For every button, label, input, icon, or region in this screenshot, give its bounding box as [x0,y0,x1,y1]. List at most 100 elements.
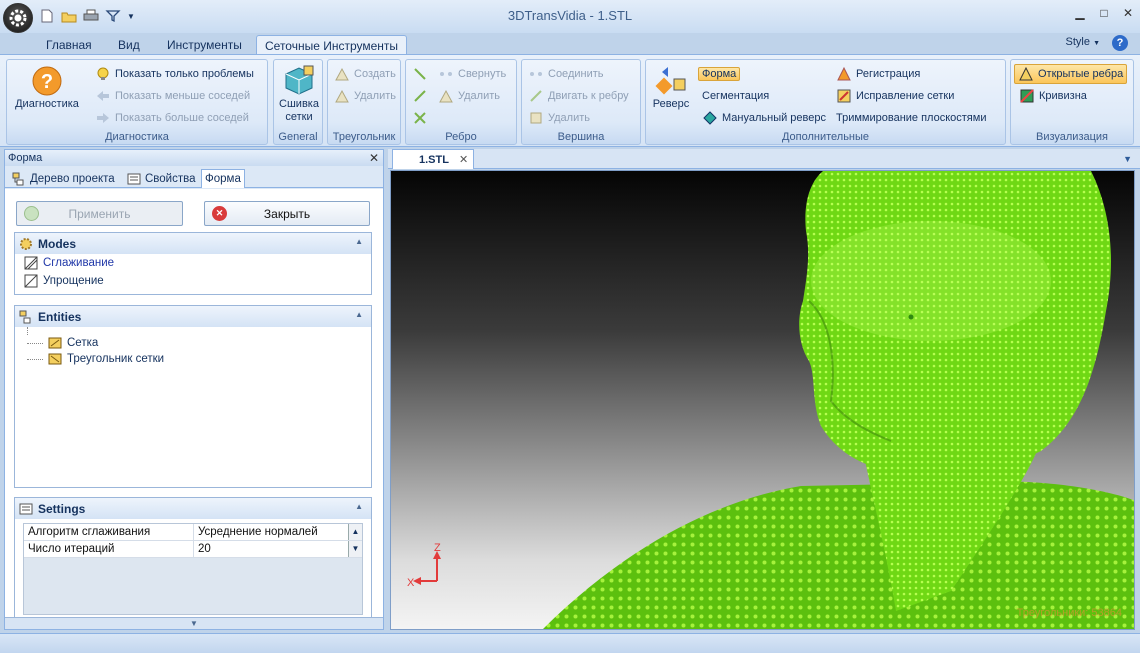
close-tab-icon[interactable]: ✕ [459,153,468,166]
close-window-button[interactable]: ✕ [1116,4,1140,22]
group-visualization-label: Визуализация [1035,131,1109,143]
chevron-down-icon: ▼ [1093,40,1100,47]
collapse-icon[interactable]: ▲ [355,502,363,511]
modes-header[interactable]: Modes ▲ [15,233,371,254]
entity-mesh[interactable]: Сетка [15,335,371,351]
apply-button[interactable]: Применить [16,201,183,226]
join-vertex-icon [530,72,542,76]
up-arrow-icon[interactable]: ▲ [348,524,362,540]
shape-panel-title: Форма [8,152,43,164]
manual-reverse-button[interactable]: Мануальный реверс [702,108,826,128]
create-triangle-label: Создать [354,68,396,80]
open-edges-label: Открытые ребра [1038,68,1124,80]
panel-body: Применить ✕ Закрыть Modes ▲ Сглаживание … [5,189,383,619]
mode-simplification-label: Упрощение [43,275,104,287]
delete-edge-button[interactable]: Удалить [438,86,500,106]
curvature-icon [1020,89,1034,103]
modes-section: Modes ▲ Сглаживание Упрощение [14,232,372,295]
title-bar: ▼ 3DTransVidia - 1.STL ▁ □ ✕ [0,0,1140,33]
plane-trimming-button[interactable]: Триммирование плоскостями [836,108,986,128]
reverse-label: Реверс [652,98,690,110]
show-fewer-neighbors-label: Показать меньше соседей [115,90,251,102]
panel-close-button[interactable]: ✕ [369,150,379,166]
axis-z-label: Z [434,542,441,554]
stitch-mesh-button[interactable]: Сшивка сетки [276,64,322,124]
tab-project-tree[interactable]: Дерево проекта [8,169,118,188]
tab-properties[interactable]: Свойства [123,169,199,188]
document-list-dropdown[interactable]: ▼ [1123,154,1132,164]
registration-button[interactable]: Регистрация [836,64,920,84]
settings-description [24,558,362,614]
move-to-edge-icon [530,90,542,102]
collapse-icon[interactable]: ▲ [355,237,363,246]
tab-mesh-tools[interactable]: Сеточные Инструменты [256,35,408,55]
status-bar [0,633,1140,653]
collapse-icon[interactable]: ▲ [355,310,363,319]
show-problems-only-label: Показать только проблемы [115,68,254,80]
collapse-edge-icon [440,72,452,76]
axis-x-label: X [407,577,415,589]
mesh-highlight [811,221,1051,341]
segmentation-button[interactable]: Сегментация [702,86,769,106]
curvature-button[interactable]: Кривизна [1019,86,1087,106]
plane-trimming-label: Триммирование плоскостями [836,112,987,124]
show-fewer-neighbors-button[interactable]: Показать меньше соседей [95,86,250,106]
show-problems-only-button[interactable]: Показать только проблемы [95,64,254,84]
close-button[interactable]: ✕ Закрыть [204,201,370,226]
document-tab[interactable]: 1.STL ✕ [392,149,474,169]
tab-shape[interactable]: Форма [201,169,245,188]
modes-title: Modes [38,236,77,251]
window-controls: ▁ □ ✕ [1068,4,1140,22]
tab-view[interactable]: Вид [110,35,148,55]
minimize-button[interactable]: ▁ [1068,4,1092,22]
properties-icon [127,173,141,184]
window-title: 3DTransVidia - 1.STL [507,8,633,23]
document-tab-bar: 1.STL ✕ ▼ [388,149,1140,169]
fix-mesh-button[interactable]: Исправление сетки [836,86,954,106]
edge-tool-3-button[interactable] [412,108,428,128]
stitch-mesh-label-2: сетки [285,111,313,123]
join-vertex-button[interactable]: Соединить [528,64,604,84]
panel-tabs: Дерево проекта Свойства Форма [5,166,383,188]
tab-home[interactable]: Главная [38,35,100,55]
tab-tools[interactable]: Инструменты [159,35,250,55]
group-diagnostics-label: Диагностика [105,131,169,143]
delete-vertex-icon [530,112,542,124]
algorithm-value[interactable]: Усреднение нормалей [194,524,348,540]
collapse-edge-button[interactable]: Свернуть [438,64,506,84]
mode-smoothing[interactable]: Сглаживание [15,254,371,272]
create-triangle-button[interactable]: Создать [334,64,396,84]
ribbon-tab-bar: Главная Вид Инструменты Сеточные Инструм… [0,33,1140,55]
entity-mesh-label: Сетка [67,337,99,349]
open-edges-button[interactable]: Открытые ребра [1014,64,1128,84]
shape-panel: Форма ✕ Дерево проекта Свойства Форма Пр… [4,149,384,630]
diagnostics-button[interactable]: ? Диагностика [11,64,83,111]
manual-reverse-label: Мануальный реверс [722,112,826,124]
entity-mesh-triangle[interactable]: Треугольник сетки [15,351,371,367]
iterations-value[interactable]: 20 [194,541,348,557]
reverse-button[interactable]: Реверс [650,64,692,111]
arrow-right-icon [97,113,109,123]
delete-vertex-button[interactable]: Удалить [528,108,590,128]
3d-viewport[interactable]: Z X Треугольники: 53864 [390,170,1135,630]
panel-scroll-down[interactable]: ▼ [5,617,383,629]
entities-header[interactable]: Entities ▲ [15,306,371,327]
style-menu[interactable]: Style ▼ [1066,36,1100,48]
move-to-edge-button[interactable]: Двигать к ребру [528,86,629,106]
maximize-button[interactable]: □ [1092,4,1116,22]
mode-simplification[interactable]: Упрощение [15,272,371,290]
edge-tool-1-button[interactable] [412,64,428,84]
settings-title: Settings [38,501,86,516]
edge-icon [414,90,426,102]
tab-properties-label: Свойства [145,172,196,185]
edge-tool-2-button[interactable] [412,86,428,106]
settings-header[interactable]: Settings ▲ [15,498,371,519]
show-more-neighbors-button[interactable]: Показать больше соседей [95,108,249,128]
dropdown-arrow-icon[interactable]: ▼ [348,541,362,557]
shape-button[interactable]: Форма [698,64,741,84]
delete-triangle-button[interactable]: Удалить [334,86,396,106]
diagnostics-icon: ? [32,66,62,96]
delete-edge-icon [439,89,453,103]
help-button[interactable]: ? [1112,35,1128,51]
reverse-icon [655,67,686,95]
